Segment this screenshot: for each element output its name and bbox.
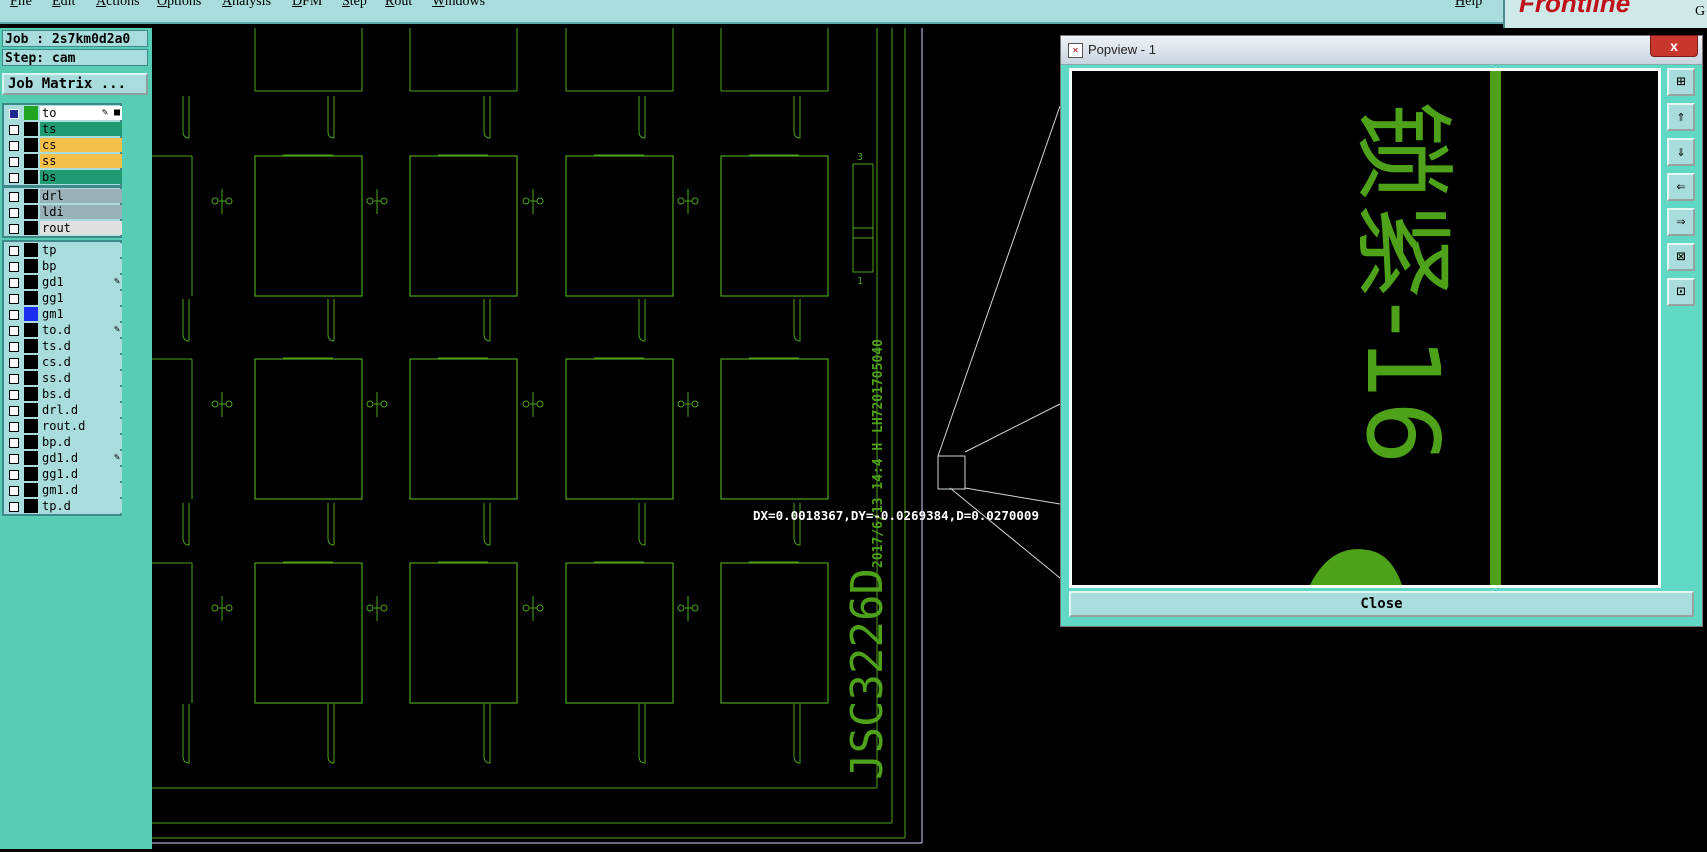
- zoom-out-icon[interactable]: ⊡: [1667, 278, 1695, 306]
- pan-up-icon[interactable]: ⇑: [1667, 103, 1695, 131]
- close-button[interactable]: Close: [1069, 591, 1694, 617]
- popview-canvas[interactable]: 锁紧-16: [1069, 68, 1661, 588]
- zoomed-label: 锁紧-16: [1344, 101, 1461, 464]
- zoom-fit-icon[interactable]: ⊞: [1667, 68, 1695, 96]
- window-close-button[interactable]: x: [1650, 35, 1698, 57]
- zoom-in-icon[interactable]: ⊠: [1667, 243, 1695, 271]
- pan-left-icon[interactable]: ⇐: [1667, 173, 1695, 201]
- popview-toolbar: ⊞ ⇑ ⇓ ⇐ ⇒ ⊠ ⊡: [1667, 68, 1697, 313]
- zoomed-drawing: 锁紧-16: [1310, 71, 1501, 585]
- pan-right-icon[interactable]: ⇒: [1667, 208, 1695, 236]
- popview-window: ✕ Popview - 1 x 锁紧-16 ⊞ ⇑ ⇓ ⇐ ⇒ ⊠ ⊡ Close: [1060, 35, 1703, 627]
- popview-titlebar[interactable]: ✕ Popview - 1 x: [1061, 35, 1702, 65]
- window-icon: ✕: [1068, 43, 1083, 58]
- popview-title: Popview - 1: [1088, 42, 1156, 57]
- pan-down-icon[interactable]: ⇓: [1667, 138, 1695, 166]
